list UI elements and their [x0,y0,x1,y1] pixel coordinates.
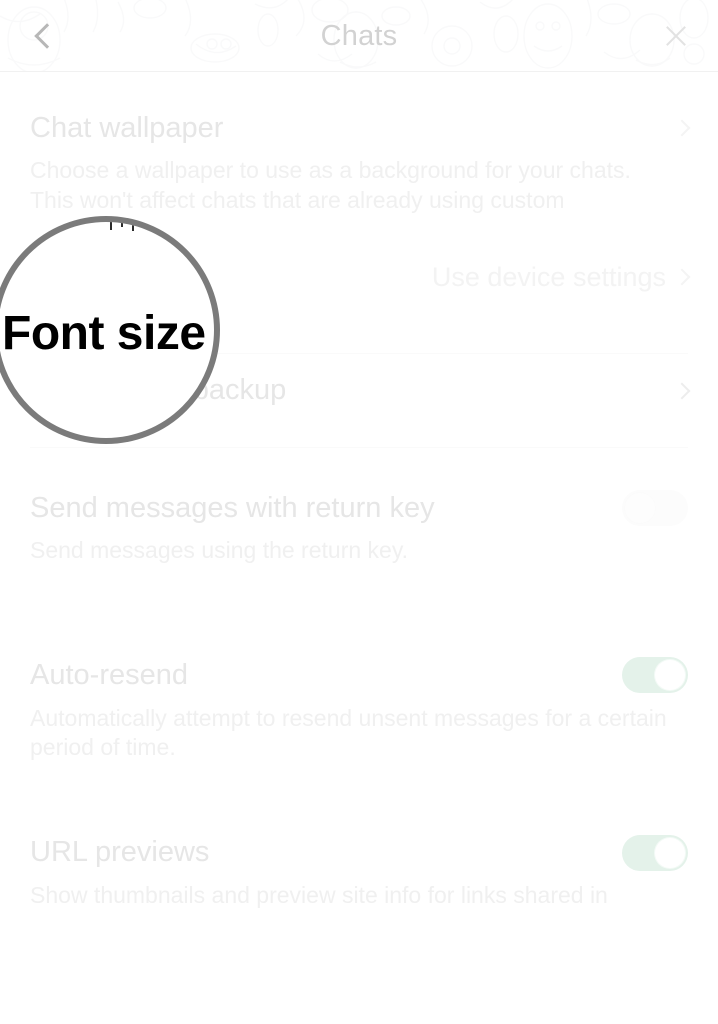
settings-list: Chat wallpaper Choose a wallpaper to use… [0,72,718,910]
close-button[interactable] [654,14,698,58]
row-header: Chat wallpaper [30,110,691,146]
toggle-knob [655,837,685,868]
close-icon [663,23,689,49]
setting-row-chat-wallpaper[interactable]: Chat wallpaper Choose a wallpaper to use… [0,72,718,215]
toggle-knob [625,492,655,523]
toggle-send-with-return-key[interactable] [622,489,688,526]
setting-title-auto-resend: Auto-resend [30,659,188,692]
setting-description-auto-resend: Automatically attempt to resend unsent m… [30,704,667,760]
magnifier-label: Font size [2,307,206,360]
setting-title-send-with-return-key: Send messages with return key [30,491,435,524]
setting-description-chat-wallpaper: Choose a wallpaper to use as a backgroun… [30,157,631,213]
chevron-right-icon [673,268,691,286]
row-accessory [673,119,691,137]
setting-title-url-previews: URL previews [30,836,210,869]
toggle-url-previews[interactable] [622,834,688,871]
row-header: URL previews [30,834,688,871]
setting-row-url-previews[interactable]: URL previews Show thumbnails and preview… [0,762,718,910]
setting-title-chat-wallpaper: Chat wallpaper [30,112,224,144]
setting-row-auto-resend[interactable]: Auto-resend Automatically attempt to res… [0,565,718,762]
toggle-knob [655,660,685,691]
settings-screen: Chats Chat wallpaper Choose a wallpaper … [0,0,718,1024]
setting-value-font-size: Use device settings [431,261,666,292]
setting-row-send-with-return-key[interactable]: Send messages with return key Send messa… [0,448,718,566]
setting-description-url-previews: Show thumbnails and preview site info fo… [30,881,608,908]
row-accessory [673,382,691,399]
chevron-right-icon [673,382,691,399]
row-header: Send messages with return key [30,489,688,526]
magnifier-loupe: Font size [0,216,220,444]
header-bar: Chats [0,0,718,72]
row-header: Auto-resend [30,657,688,694]
toggle-auto-resend[interactable] [622,657,688,694]
page-title: Chats [320,19,398,52]
setting-description-send-with-return-key: Send messages using the return key. [30,536,409,563]
chevron-right-icon [673,119,691,137]
row-accessory: Use device settings [431,261,691,293]
